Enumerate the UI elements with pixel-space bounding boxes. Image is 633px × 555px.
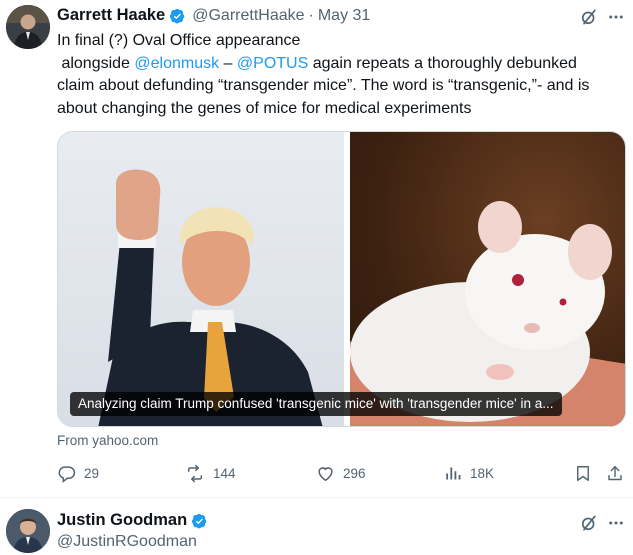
action-bar: 29 144 296 18K [57, 463, 626, 487]
tweet-text-prefix: alongside [57, 54, 135, 72]
tweet-header-2: Justin Goodman [57, 511, 209, 530]
card-source[interactable]: From yahoo.com [57, 433, 158, 448]
card-image-left [58, 132, 344, 426]
views-count: 18K [470, 466, 495, 481]
tweet-divider [0, 497, 633, 498]
bookmark-button[interactable] [574, 464, 600, 483]
avatar[interactable] [6, 5, 50, 49]
mention-elonmusk[interactable]: @elonmusk [134, 55, 219, 72]
reply-count: 29 [84, 466, 100, 481]
tweet-header: Garrett Haake @GarrettHaake · May 31 [57, 6, 370, 25]
share-button[interactable] [606, 464, 632, 483]
mention-potus[interactable]: @POTUS [237, 55, 308, 72]
card-caption: Analyzing claim Trump confused 'transgen… [70, 392, 562, 416]
like-button[interactable]: 296 [316, 464, 366, 483]
reply-icon [58, 466, 76, 483]
like-icon [318, 467, 333, 482]
grok-icon[interactable] [579, 7, 599, 27]
grok-icon[interactable] [579, 513, 599, 533]
views-button[interactable]: 18K [444, 464, 494, 483]
author-handle[interactable]: @GarrettHaake [192, 7, 304, 25]
tweet-text-body: alongside @elonmusk – @POTUS again repea… [57, 53, 617, 121]
more-icon[interactable] [606, 7, 626, 27]
bookmark-icon [577, 466, 589, 481]
avatar[interactable] [6, 509, 50, 553]
link-card[interactable]: Analyzing claim Trump confused 'transgen… [57, 131, 626, 427]
repost-count: 144 [213, 466, 236, 481]
verified-badge-icon [191, 512, 209, 530]
more-icon[interactable] [606, 513, 626, 533]
like-count: 296 [343, 466, 366, 481]
repost-button[interactable]: 144 [185, 464, 236, 483]
share-icon [608, 466, 622, 481]
author-display-name[interactable]: Garrett Haake [57, 6, 165, 25]
verified-badge-icon [169, 7, 187, 25]
separator-dot: · [308, 6, 314, 24]
tweet-text-line1: In final (?) Oval Office appearance [57, 32, 301, 49]
tweet-text-dash: – [219, 54, 237, 72]
reply-button[interactable]: 29 [57, 464, 99, 483]
repost-icon [187, 464, 203, 483]
tweet-text: In final (?) Oval Office appearance alon… [57, 30, 617, 120]
views-icon [446, 467, 461, 480]
tweet-handle-row-2: @JustinRGoodman [52, 533, 197, 551]
card-image-right [350, 132, 625, 426]
author-handle-2[interactable]: @JustinRGoodman [57, 533, 197, 551]
tweet-date[interactable]: May 31 [318, 7, 370, 25]
author-display-name-2[interactable]: Justin Goodman [57, 511, 187, 530]
